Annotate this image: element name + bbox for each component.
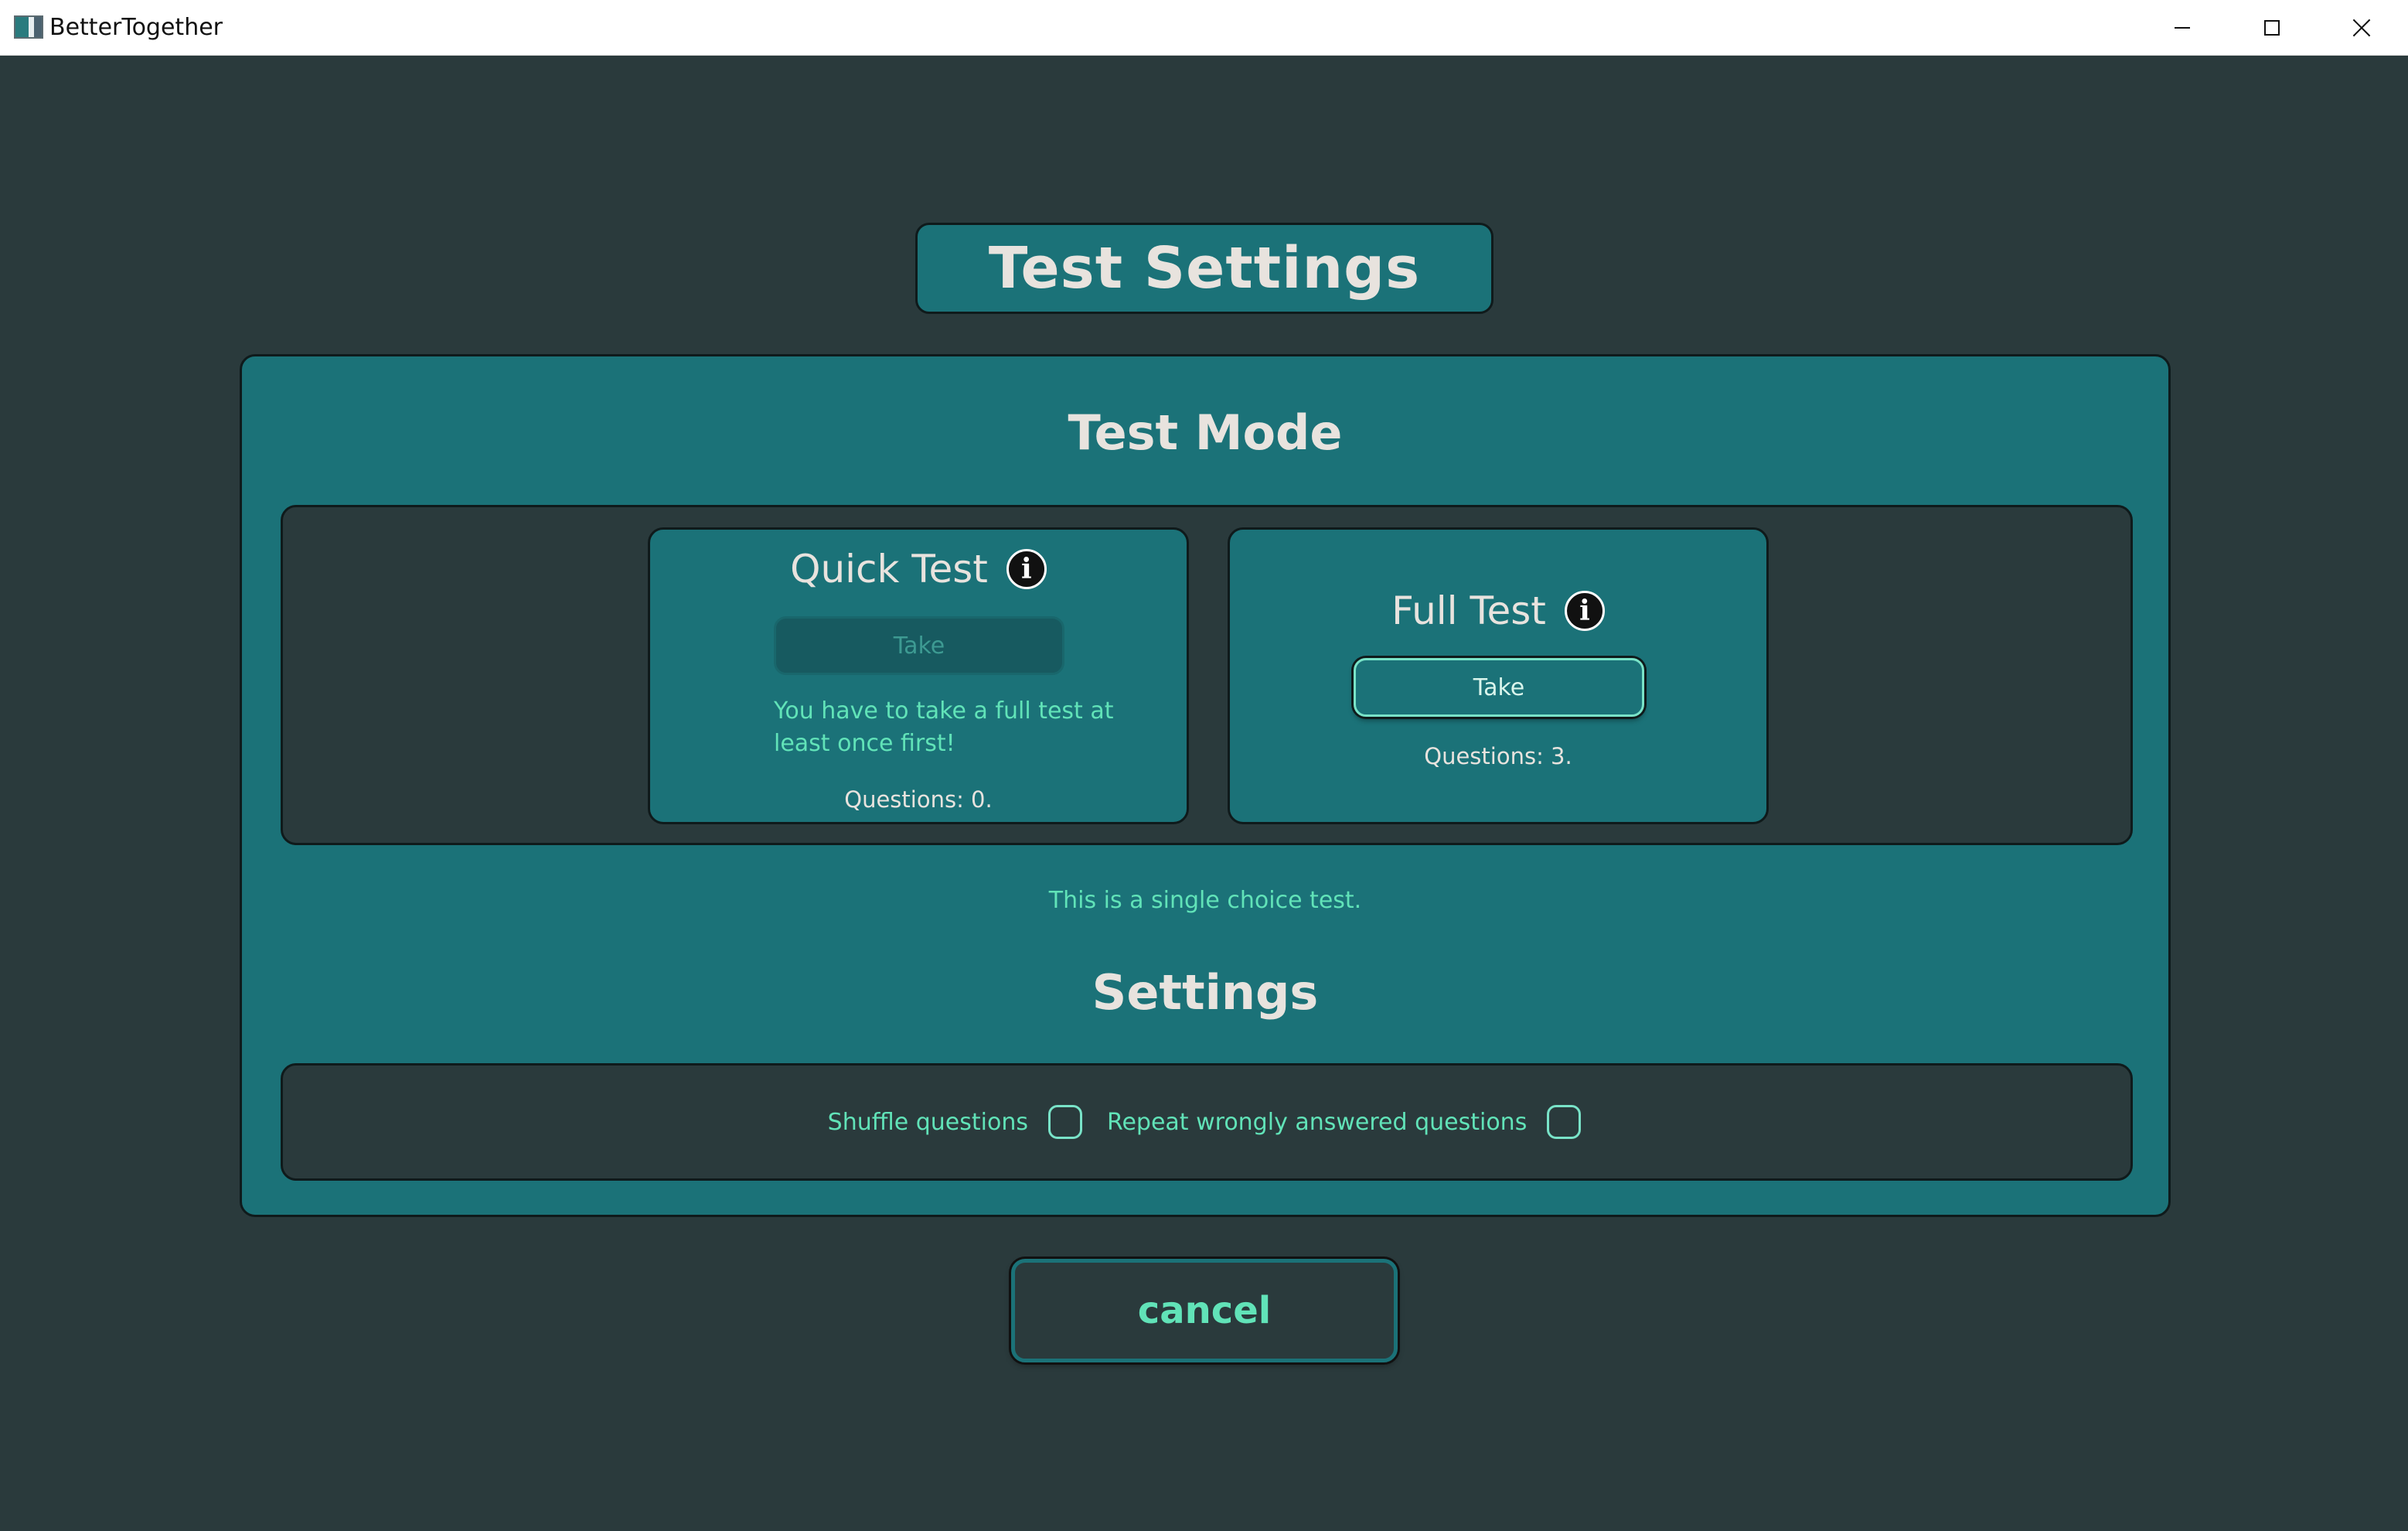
test-type-description: This is a single choice test.: [1048, 887, 1362, 914]
full-test-take-button[interactable]: Take: [1354, 658, 1644, 717]
close-button[interactable]: [2317, 0, 2406, 56]
title-bar: BetterTogether: [0, 0, 2408, 56]
quick-test-take-button[interactable]: Take: [774, 616, 1064, 675]
repeat-wrong-checkbox[interactable]: [1547, 1105, 1582, 1139]
full-test-title: Full Test: [1391, 588, 1546, 633]
test-settings-panel: Test Mode Quick Test i Take You have to …: [240, 354, 2171, 1217]
close-icon: [2352, 19, 2371, 37]
minimize-icon: [2175, 27, 2190, 29]
full-test-info-icon[interactable]: i: [1564, 591, 1605, 631]
quick-test-title: Quick Test: [790, 547, 988, 592]
quick-test-warning: You have to take a full test at least on…: [774, 697, 1114, 757]
settings-container: Shuffle questions Repeat wrongly answere…: [281, 1063, 2133, 1181]
app-icon: [14, 15, 43, 39]
minimize-button[interactable]: [2137, 0, 2227, 56]
quick-test-title-row: Quick Test i: [650, 545, 1187, 593]
full-test-question-count: Questions: 3.: [1424, 743, 1572, 769]
maximize-icon: [2264, 20, 2280, 36]
quick-test-question-count: Questions: 0.: [844, 786, 993, 813]
test-mode-container: Quick Test i Take You have to take a ful…: [281, 505, 2133, 845]
shuffle-questions-label: Shuffle questions: [827, 1108, 1028, 1136]
repeat-wrong-label: Repeat wrongly answered questions: [1106, 1108, 1528, 1136]
full-test-card: Full Test i Take Questions: 3.: [1228, 527, 1769, 824]
page-title: Test Settings: [915, 223, 1494, 314]
quick-test-info-icon[interactable]: i: [1006, 549, 1047, 589]
shuffle-questions-checkbox[interactable]: [1047, 1105, 1082, 1139]
settings-heading: Settings: [1092, 964, 1319, 1021]
maximize-button[interactable]: [2227, 0, 2317, 56]
test-mode-heading: Test Mode: [1068, 404, 1343, 461]
quick-test-card: Quick Test i Take You have to take a ful…: [648, 527, 1189, 824]
window-title: BetterTogether: [49, 14, 223, 41]
cancel-button[interactable]: cancel: [1011, 1259, 1398, 1362]
full-test-title-row: Full Test i: [1230, 587, 1766, 635]
